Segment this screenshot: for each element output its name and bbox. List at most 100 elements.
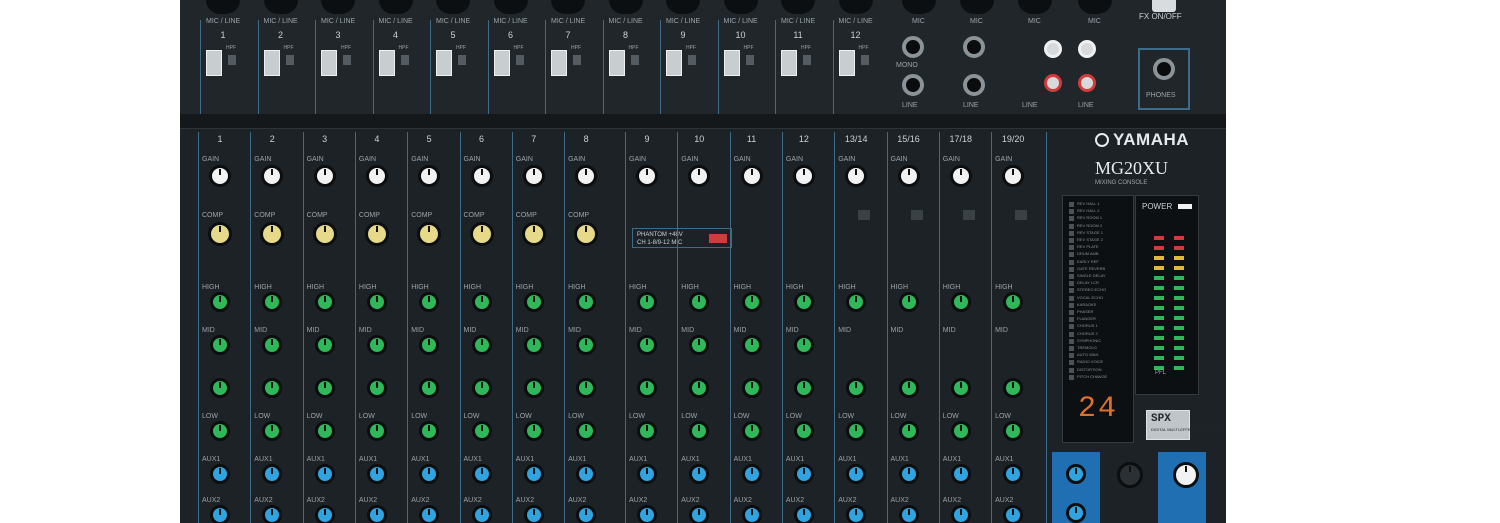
aux2-knob-14[interactable] bbox=[898, 505, 919, 523]
mid-eq-knob-3[interactable] bbox=[314, 335, 335, 355]
gain-knob-2[interactable] bbox=[261, 165, 284, 187]
pad-switch-4[interactable] bbox=[378, 50, 395, 76]
gain-knob-4[interactable] bbox=[365, 165, 388, 187]
mid-freq-knob-8[interactable] bbox=[576, 378, 597, 398]
pad-switch-8[interactable] bbox=[608, 50, 625, 76]
hpf-switch-3[interactable] bbox=[343, 55, 351, 65]
aux2-knob-4[interactable] bbox=[366, 505, 387, 523]
line-jack-16[interactable] bbox=[963, 74, 985, 96]
pad-switch-11[interactable] bbox=[781, 50, 797, 76]
pad-switch-5[interactable] bbox=[436, 50, 452, 76]
low-eq-knob-11[interactable] bbox=[741, 421, 762, 441]
aux2-knob-16[interactable] bbox=[1003, 505, 1024, 523]
mid-freq-knob-6[interactable] bbox=[471, 378, 492, 398]
gain-knob-5[interactable] bbox=[418, 165, 441, 187]
pad-switch-9[interactable] bbox=[666, 50, 682, 76]
phones-jack[interactable] bbox=[1153, 58, 1175, 80]
hpf-switch-5[interactable] bbox=[458, 55, 466, 65]
low-eq-knob-9[interactable] bbox=[637, 421, 657, 441]
line-jack-14[interactable] bbox=[902, 74, 924, 96]
channel-switch-14[interactable] bbox=[910, 210, 923, 220]
low-eq-knob-4[interactable] bbox=[366, 421, 387, 441]
gain-knob-14[interactable] bbox=[897, 165, 920, 187]
aux1-knob-16[interactable] bbox=[1003, 464, 1024, 484]
high-eq-knob-10[interactable] bbox=[689, 292, 710, 312]
fx-on-off-button[interactable] bbox=[1152, 0, 1176, 12]
gain-knob-15[interactable] bbox=[949, 165, 972, 187]
aux2-knob-10[interactable] bbox=[689, 505, 710, 523]
hpf-switch-12[interactable] bbox=[860, 55, 869, 65]
aux2-knob-15[interactable] bbox=[950, 505, 971, 523]
aux1-knob-1[interactable] bbox=[210, 464, 230, 484]
low-eq-knob-16[interactable] bbox=[1003, 421, 1024, 441]
hpf-switch-6[interactable] bbox=[515, 55, 524, 65]
channel-switch-13[interactable] bbox=[858, 210, 871, 220]
gain-knob-10[interactable] bbox=[688, 165, 711, 187]
comp-knob-6[interactable] bbox=[469, 222, 494, 246]
high-eq-knob-6[interactable] bbox=[471, 292, 492, 312]
line-jack-13[interactable] bbox=[902, 36, 924, 58]
pad-switch-10[interactable] bbox=[723, 50, 740, 76]
mid-eq-knob-1[interactable] bbox=[210, 335, 230, 355]
comp-knob-8[interactable] bbox=[574, 222, 599, 246]
aux1-knob-14[interactable] bbox=[898, 464, 919, 484]
low-eq-knob-2[interactable] bbox=[262, 421, 283, 441]
hpf-switch-4[interactable] bbox=[400, 55, 409, 65]
comp-knob-2[interactable] bbox=[260, 222, 285, 246]
mid-eq-knob-7[interactable] bbox=[523, 335, 544, 355]
mid-freq-knob-9[interactable] bbox=[637, 378, 657, 398]
mid-eq-knob-15[interactable] bbox=[950, 378, 971, 398]
aux1-knob-2[interactable] bbox=[262, 464, 283, 484]
aux1-knob-10[interactable] bbox=[689, 464, 710, 484]
aux1-knob-4[interactable] bbox=[366, 464, 387, 484]
hpf-switch-8[interactable] bbox=[630, 55, 639, 65]
high-eq-knob-16[interactable] bbox=[1003, 292, 1024, 312]
high-eq-knob-14[interactable] bbox=[898, 292, 919, 312]
high-eq-knob-2[interactable] bbox=[262, 292, 283, 312]
aux2-knob-13[interactable] bbox=[846, 505, 867, 523]
gain-knob-12[interactable] bbox=[792, 165, 815, 187]
aux2-knob-3[interactable] bbox=[314, 505, 335, 523]
aux2-knob-2[interactable] bbox=[262, 505, 283, 523]
gain-knob-6[interactable] bbox=[470, 165, 493, 187]
mid-freq-knob-12[interactable] bbox=[793, 378, 814, 398]
high-eq-knob-11[interactable] bbox=[741, 292, 762, 312]
mid-eq-knob-14[interactable] bbox=[898, 378, 919, 398]
mid-freq-knob-1[interactable] bbox=[210, 378, 230, 398]
high-eq-knob-8[interactable] bbox=[576, 292, 597, 312]
aux1-knob-5[interactable] bbox=[419, 464, 440, 484]
comp-knob-1[interactable] bbox=[208, 222, 232, 246]
aux2-knob-5[interactable] bbox=[419, 505, 440, 523]
mid-eq-knob-10[interactable] bbox=[689, 335, 710, 355]
high-eq-knob-7[interactable] bbox=[523, 292, 544, 312]
pad-switch-7[interactable] bbox=[551, 50, 567, 76]
aux1-knob-6[interactable] bbox=[471, 464, 492, 484]
low-eq-knob-15[interactable] bbox=[950, 421, 971, 441]
mid-eq-knob-16[interactable] bbox=[1003, 378, 1024, 398]
line-jack-15[interactable] bbox=[963, 36, 985, 58]
comp-knob-5[interactable] bbox=[417, 222, 442, 246]
mid-eq-knob-12[interactable] bbox=[793, 335, 814, 355]
mid-freq-knob-7[interactable] bbox=[523, 378, 544, 398]
rca-17-r[interactable] bbox=[1044, 74, 1062, 92]
aux2-knob-8[interactable] bbox=[576, 505, 597, 523]
pad-switch-3[interactable] bbox=[321, 50, 337, 76]
aux1-knob-12[interactable] bbox=[793, 464, 814, 484]
aux1-knob-3[interactable] bbox=[314, 464, 335, 484]
fx-return-aux-knob[interactable] bbox=[1066, 503, 1086, 523]
high-eq-knob-9[interactable] bbox=[637, 292, 657, 312]
gain-knob-11[interactable] bbox=[740, 165, 763, 187]
hpf-switch-2[interactable] bbox=[285, 55, 294, 65]
pad-switch-1[interactable] bbox=[206, 50, 222, 76]
fx-program-knob[interactable] bbox=[1117, 462, 1143, 488]
high-eq-knob-13[interactable] bbox=[846, 292, 867, 312]
aux1-knob-8[interactable] bbox=[576, 464, 597, 484]
hpf-switch-10[interactable] bbox=[745, 55, 754, 65]
high-eq-knob-4[interactable] bbox=[366, 292, 387, 312]
low-eq-knob-6[interactable] bbox=[471, 421, 492, 441]
aux2-knob-9[interactable] bbox=[637, 505, 657, 523]
aux2-knob-1[interactable] bbox=[210, 505, 230, 523]
pad-switch-12[interactable] bbox=[838, 50, 855, 76]
high-eq-knob-5[interactable] bbox=[419, 292, 440, 312]
low-eq-knob-1[interactable] bbox=[210, 421, 230, 441]
